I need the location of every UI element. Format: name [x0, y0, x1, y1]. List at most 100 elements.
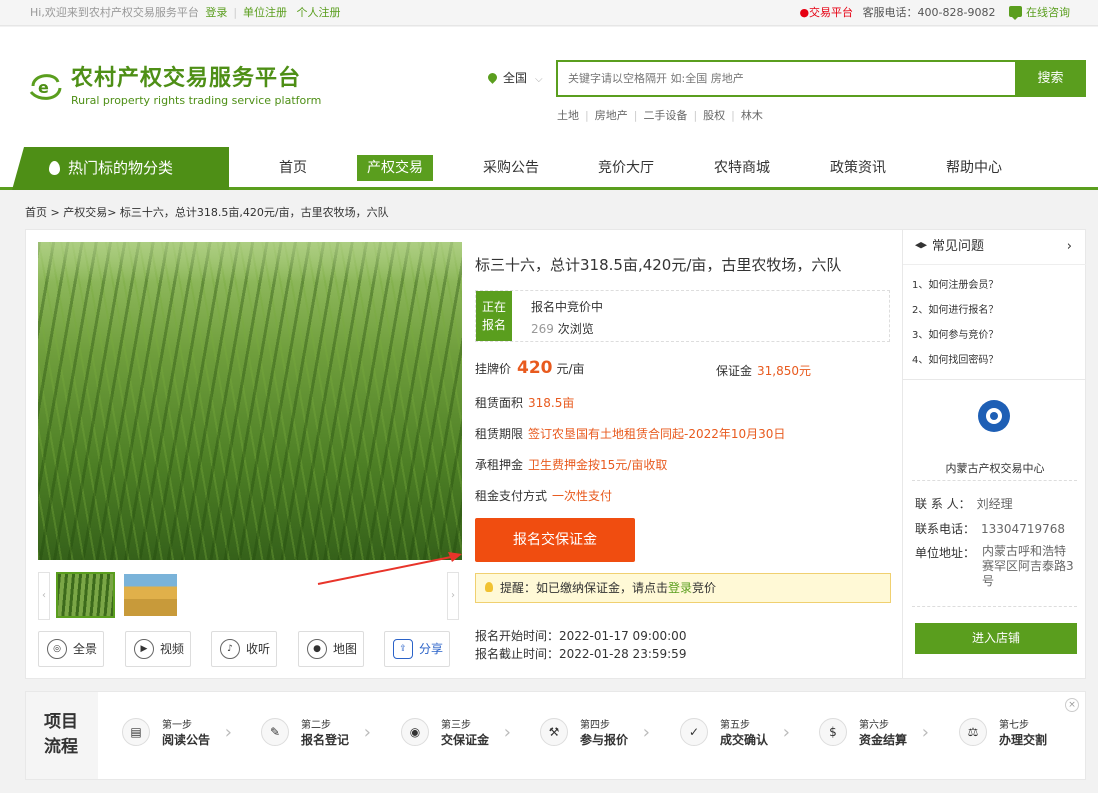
listen-button[interactable]: ♪ 收听 [211, 631, 277, 667]
divider: | [585, 109, 589, 122]
flow-step-title: 参与报价 [580, 733, 629, 747]
divider: | [731, 109, 735, 122]
nav-item-help[interactable]: 帮助中心 [946, 147, 1002, 190]
term-label: 租赁期限 [475, 427, 524, 441]
notice-prefix: 提醒：如已缴纳保证金，请点击 [500, 581, 669, 595]
chat-icon [1009, 6, 1022, 20]
deposit-label: 保证金 [716, 364, 753, 378]
flow-step-7: ⚖ 第七步 办理交割 [959, 714, 1069, 754]
signup-end-time: 报名截止时间：2022-01-28 23:59:59 [475, 647, 687, 661]
rent-deposit-row: 承租押金 卫生费押金按15元/亩收取 [475, 456, 667, 473]
chevron-right-icon: › [503, 722, 511, 743]
region-selector[interactable]: 全国 ⌵ [486, 69, 543, 86]
thumbnail-farmland[interactable] [124, 574, 177, 616]
logo-subtitle: Rural property rights trading service pl… [71, 94, 322, 107]
deposit-row: 保证金 31,850元 [716, 362, 811, 379]
faq-title: 常见问题 [932, 239, 985, 254]
search-button[interactable]: 搜索 [1015, 60, 1086, 97]
status-box: 正在报名 报名中竞价中 269 次浏览 [475, 290, 890, 342]
status-text: 报名中竞价中 [531, 300, 604, 314]
flow-step-number: 第二步 [301, 720, 331, 731]
logo[interactable]: e 农村产权交易服务平台 Rural property rights tradi… [25, 60, 385, 110]
nav-item-policy[interactable]: 政策资讯 [830, 147, 886, 190]
view-count: 269 次浏览 [531, 320, 594, 337]
nav-item-property-trading[interactable]: 产权交易 [357, 155, 433, 181]
share-icon: ⇪ [393, 639, 413, 659]
faq-item-password[interactable]: 4、如何找回密码？ [912, 348, 1086, 373]
term-row: 租赁期限 签订农垦国有土地租赁合同起-2022年10月30日 [475, 425, 785, 442]
faq-item-bidding[interactable]: 3、如何参与竞价？ [912, 323, 1086, 348]
contact-value: 刘经理 [976, 497, 1013, 511]
faq-item-signup[interactable]: 2、如何进行报名？ [912, 298, 1086, 323]
flow-step-title: 阅读公告 [162, 733, 211, 747]
coins-icon: ◉ [401, 718, 429, 746]
hot-keyword-land[interactable]: 土地 [557, 109, 579, 122]
graduation-cap-icon [915, 242, 927, 249]
thumb-prev-button[interactable]: ‹ [38, 572, 50, 620]
hot-keyword-forest[interactable]: 林木 [741, 109, 763, 122]
unit-register-link[interactable]: 单位注册 [243, 6, 287, 19]
hot-keyword-realestate[interactable]: 房地产 [595, 109, 628, 122]
price-unit: 元/亩 [556, 362, 585, 376]
hot-category-label: 热门标的物分类 [68, 159, 174, 177]
video-button[interactable]: ▶ 视频 [125, 631, 191, 667]
sidebar: 常见问题 › 1、如何注册会员？ 2、如何进行报名？ 3、如何参与竞价？ 4、如何… [902, 230, 1086, 678]
enter-shop-button[interactable]: 进入店铺 [915, 623, 1077, 654]
signup-deposit-button[interactable]: 报名交保证金 [475, 518, 635, 562]
panorama-button[interactable]: ◎ 全景 [38, 631, 104, 667]
hot-keyword-equipment[interactable]: 二手设备 [643, 109, 687, 122]
listing-title: 标三十六，总计318.5亩,420元/亩，古里农牧场，六队 [475, 256, 842, 274]
nav-item-procurement[interactable]: 采购公告 [483, 147, 539, 190]
breadcrumb[interactable]: 首页 > 产权交易> 标三十六，总计318.5亩,420元/亩，古里农牧场，六队 [25, 204, 389, 220]
top-bar-left: Hi,欢迎来到农村产权交易服务平台 登录 | 单位注册 个人注册 [30, 0, 344, 26]
flow-step-title: 办理交割 [999, 733, 1048, 747]
flow-step-number: 第五步 [720, 720, 750, 731]
map-label: 地图 [333, 642, 358, 656]
nav-item-bidding-hall[interactable]: 竞价大厅 [598, 147, 654, 190]
faq-list: 1、如何注册会员？ 2、如何进行报名？ 3、如何参与竞价？ 4、如何找回密码？ [903, 264, 1086, 380]
contact-label: 联 系 人： [915, 497, 971, 511]
hot-category-button[interactable]: 热门标的物分类 [12, 147, 229, 190]
trading-platform-link[interactable]: ●交易平台 [799, 6, 853, 19]
close-icon[interactable]: × [1065, 698, 1079, 712]
flow-label-line2: 流程 [44, 737, 78, 757]
flow-step-1: ▤ 第一步 阅读公告 › [122, 714, 232, 754]
faq-item-register[interactable]: 1、如何注册会员？ [912, 273, 1086, 298]
divider: | [633, 109, 638, 122]
flow-step-title: 交保证金 [441, 733, 490, 747]
divider [912, 606, 1077, 607]
nav-item-mall[interactable]: 农特商城 [714, 147, 770, 190]
chevron-right-icon[interactable]: › [1067, 230, 1072, 264]
nav-item-home[interactable]: 首页 [279, 147, 307, 190]
listing-photo[interactable] [38, 242, 462, 560]
map-button[interactable]: ● 地图 [298, 631, 364, 667]
faq-header[interactable]: 常见问题 › [903, 230, 1086, 264]
media-tools: ◎ 全景 ▶ 视频 ♪ 收听 ● 地图 ⇪ 分享 [38, 631, 462, 667]
logo-title: 农村产权交易服务平台 [71, 66, 302, 91]
share-button[interactable]: ⇪ 分享 [384, 631, 450, 667]
hot-keyword-equity[interactable]: 股权 [703, 109, 725, 122]
flow-step-number: 第一步 [162, 720, 192, 731]
notice-login-link[interactable]: 登录 [668, 581, 692, 595]
contact-row: 联 系 人： 刘经理 [915, 495, 1013, 512]
deposit-value: 31,850元 [757, 364, 812, 378]
annotation-arrow-icon [317, 552, 462, 585]
share-label: 分享 [419, 642, 444, 656]
login-link[interactable]: 登录 [205, 6, 227, 19]
divider: | [233, 6, 238, 19]
search-input[interactable] [558, 62, 1015, 95]
flame-icon [49, 161, 60, 175]
flow-label-line1: 项目 [44, 712, 78, 732]
divider: | [693, 109, 698, 122]
thumbnail-field[interactable] [56, 572, 115, 618]
flow-step-number: 第七步 [999, 720, 1029, 731]
personal-register-link[interactable]: 个人注册 [297, 6, 341, 19]
price-label: 挂牌价 [475, 362, 512, 376]
org-name: 内蒙古产权交易中心 [945, 462, 1045, 475]
chevron-right-icon: › [782, 722, 790, 743]
online-consult-link[interactable]: 在线咨询 [1026, 6, 1070, 19]
price-value: 420 [517, 358, 553, 378]
search-box [556, 60, 1015, 97]
payment-label: 租金支付方式 [475, 489, 548, 503]
gavel-icon: ⚒ [540, 718, 568, 746]
